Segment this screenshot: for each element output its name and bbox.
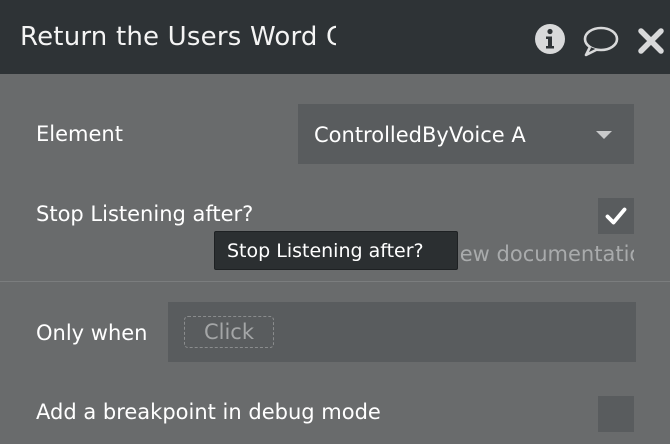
only-when-label: Only when	[36, 321, 148, 345]
panel-title: Return the Users Word Country	[20, 22, 336, 52]
editor-header: Return the Users Word Country	[0, 0, 670, 74]
checkmark-icon	[605, 207, 627, 225]
element-dropdown[interactable]: ControlledByVoice A	[298, 104, 634, 164]
breakpoint-checkbox[interactable]	[598, 396, 634, 432]
tooltip: Stop Listening after?	[214, 231, 458, 270]
chevron-down-icon	[596, 131, 612, 139]
stop-listening-checkbox[interactable]	[598, 198, 634, 234]
only-when-condition-field[interactable]: Click	[168, 302, 636, 362]
breakpoint-label: Add a breakpoint in debug mode	[36, 400, 381, 424]
tooltip-text: Stop Listening after?	[227, 240, 424, 262]
element-label: Element	[36, 122, 123, 146]
element-dropdown-value: ControlledByVoice A	[314, 123, 526, 147]
close-icon[interactable]	[637, 27, 665, 55]
section-divider	[0, 281, 670, 282]
info-icon[interactable]	[533, 22, 567, 56]
view-documentation-link[interactable]: View documentation	[440, 240, 634, 268]
comment-icon[interactable]	[582, 25, 620, 57]
stop-listening-label: Stop Listening after?	[36, 202, 254, 226]
click-placeholder[interactable]: Click	[184, 316, 274, 348]
